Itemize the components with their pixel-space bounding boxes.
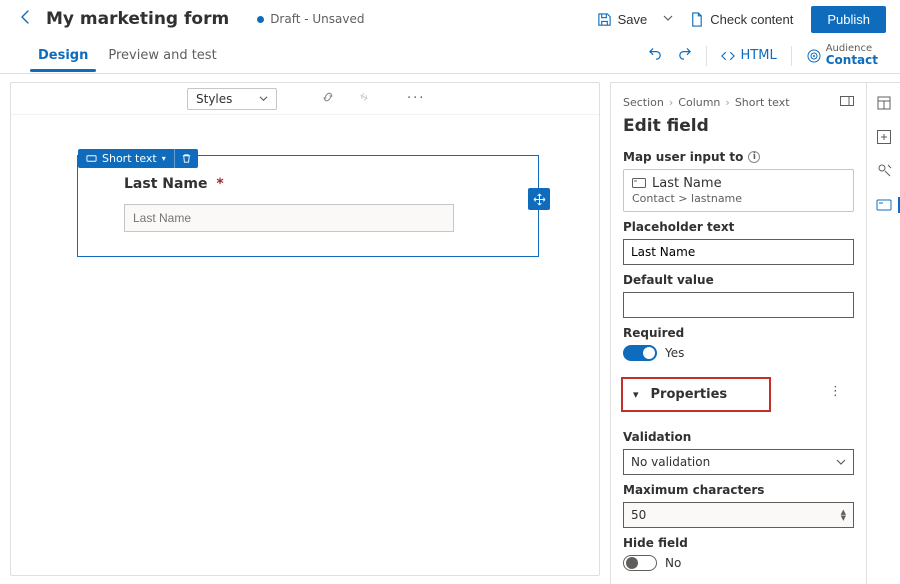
selected-field-container[interactable]: Short text ▾ Last Name *	[77, 155, 539, 257]
required-toggle[interactable]	[623, 345, 657, 361]
unlink-icon[interactable]	[357, 90, 371, 108]
check-content-label: Check content	[710, 12, 793, 27]
mapped-field-path: Contact > lastname	[632, 192, 845, 205]
hide-field-toggle-value: No	[665, 556, 681, 570]
text-field-icon	[632, 178, 646, 190]
crumb-column[interactable]: Column	[678, 96, 720, 109]
design-canvas: Styles ···	[10, 82, 600, 576]
back-arrow-icon[interactable]	[14, 5, 38, 33]
separator	[791, 46, 792, 66]
styles-dropdown[interactable]: Styles	[187, 88, 277, 110]
required-toggle-value: Yes	[665, 346, 684, 360]
element-chip[interactable]: Short text ▾	[78, 149, 174, 168]
link-icon[interactable]	[321, 90, 335, 108]
validation-label: Validation	[623, 430, 854, 444]
elements-rail-icon[interactable]	[876, 95, 892, 111]
save-split-chevron[interactable]	[657, 8, 679, 31]
status-dot-icon	[257, 16, 264, 23]
default-value-input[interactable]	[623, 292, 854, 318]
info-icon[interactable]: i	[748, 151, 760, 163]
settings-rail-icon[interactable]	[876, 163, 892, 179]
undo-icon[interactable]	[648, 46, 663, 65]
last-name-input-preview[interactable]	[124, 204, 454, 232]
save-icon	[597, 12, 612, 27]
required-label: Required	[623, 326, 854, 340]
redo-icon[interactable]	[677, 46, 692, 65]
save-label: Save	[618, 12, 648, 27]
hide-field-toggle[interactable]	[623, 555, 657, 571]
save-button[interactable]: Save	[587, 8, 658, 31]
properties-overflow-menu[interactable]: ⋮	[829, 384, 842, 399]
document-icon	[689, 12, 704, 27]
status-text: Draft - Unsaved	[270, 12, 364, 26]
field-label: Last Name *	[124, 176, 502, 192]
publish-button[interactable]: Publish	[811, 6, 886, 33]
crumb-section[interactable]: Section	[623, 96, 664, 109]
tab-design[interactable]: Design	[28, 40, 98, 71]
html-label: HTML	[741, 48, 777, 63]
chevron-down-icon: ▾	[633, 388, 639, 401]
check-content-button[interactable]: Check content	[679, 8, 803, 31]
move-handle[interactable]	[528, 188, 550, 210]
placeholder-label: Placeholder text	[623, 220, 854, 234]
maxchars-label: Maximum characters	[623, 483, 854, 497]
audience-selector[interactable]: Audience Contact	[806, 43, 878, 67]
validation-value: No validation	[631, 455, 710, 469]
element-chip-label: Short text	[102, 152, 157, 165]
crumb-field[interactable]: Short text	[735, 96, 790, 109]
side-rail	[866, 82, 900, 584]
view-html-button[interactable]: HTML	[721, 48, 777, 63]
properties-panel: Section › Column › Short text Edit field…	[610, 82, 866, 584]
styles-label: Styles	[196, 92, 232, 106]
code-icon	[721, 49, 735, 63]
field-props-rail-icon[interactable]	[876, 197, 900, 213]
delete-element-button[interactable]	[174, 149, 198, 168]
hide-field-label: Hide field	[623, 536, 854, 550]
spinner-icon[interactable]: ▲▼	[841, 509, 846, 522]
status-indicator: Draft - Unsaved	[257, 12, 364, 26]
maxchars-input[interactable]: 50 ▲▼	[623, 502, 854, 528]
default-value-label: Default value	[623, 273, 854, 287]
breadcrumb-expand-icon[interactable]	[840, 95, 854, 110]
map-input-selector[interactable]: Last Name Contact > lastname	[623, 169, 854, 212]
target-icon	[806, 48, 822, 64]
properties-section-header[interactable]: ▾ Properties	[621, 377, 771, 412]
chevron-down-icon	[259, 94, 268, 103]
audience-value: Contact	[826, 54, 878, 67]
page-title: My marketing form	[46, 9, 229, 29]
chevron-down-icon: ▾	[162, 154, 166, 163]
panel-title: Edit field	[623, 116, 854, 136]
add-rail-icon[interactable]	[876, 129, 892, 145]
canvas-overflow-menu[interactable]: ···	[407, 91, 425, 106]
maxchars-value: 50	[631, 508, 646, 522]
field-label-text: Last Name	[124, 176, 208, 192]
trash-icon	[181, 153, 192, 164]
validation-select[interactable]: No validation	[623, 449, 854, 475]
move-icon	[533, 193, 546, 206]
map-input-label: Map user input to i	[623, 150, 854, 164]
tab-preview[interactable]: Preview and test	[98, 40, 226, 71]
mapped-field-name: Last Name	[652, 176, 722, 191]
placeholder-input[interactable]	[623, 239, 854, 265]
required-asterisk: *	[216, 176, 223, 192]
chevron-down-icon	[836, 457, 846, 467]
separator	[706, 46, 707, 66]
breadcrumb: Section › Column › Short text	[623, 96, 790, 109]
properties-title: Properties	[651, 387, 728, 402]
text-field-icon	[86, 153, 97, 164]
